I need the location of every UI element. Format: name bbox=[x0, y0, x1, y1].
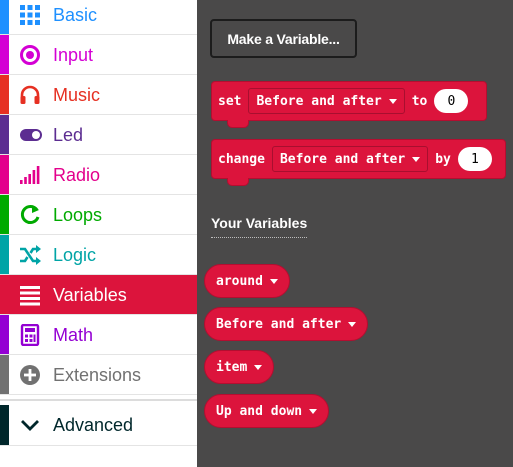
variable-dropdown[interactable]: Before and after bbox=[271, 146, 429, 172]
category-advanced[interactable]: Advanced bbox=[0, 405, 197, 446]
value-input[interactable]: 0 bbox=[434, 89, 469, 113]
headphones-icon bbox=[19, 84, 41, 106]
category-led[interactable]: Led bbox=[0, 115, 197, 155]
caret-down-icon bbox=[254, 364, 263, 370]
category-label: Led bbox=[53, 125, 84, 145]
caret-down-icon bbox=[412, 156, 421, 162]
category-color-bar bbox=[0, 115, 9, 154]
toolbox-divider bbox=[0, 399, 197, 401]
block-notch bbox=[227, 178, 249, 186]
category-variables[interactable]: Variables bbox=[0, 275, 197, 315]
variables-flyout: Make a Variable... set Before and after … bbox=[197, 0, 513, 467]
by-keyword: by bbox=[435, 151, 451, 167]
caret-down-icon bbox=[309, 408, 318, 414]
toggle-icon bbox=[19, 124, 42, 146]
category-radio[interactable]: Radio bbox=[0, 155, 197, 195]
category-label: Math bbox=[53, 325, 94, 345]
set-variable-block[interactable]: set Before and after to 0 bbox=[211, 81, 487, 121]
caret-down-icon bbox=[348, 321, 357, 327]
category-label: Radio bbox=[53, 165, 101, 185]
category-label: Music bbox=[53, 85, 101, 105]
variable-dropdown-label: Before and after bbox=[279, 151, 406, 167]
block-notch bbox=[227, 120, 249, 128]
variable-reporter-around[interactable]: around bbox=[204, 264, 290, 298]
variable-reporter-item[interactable]: item bbox=[204, 350, 275, 384]
category-basic[interactable]: Basic bbox=[0, 0, 197, 35]
category-color-bar bbox=[0, 195, 9, 234]
category-label: Input bbox=[53, 45, 94, 65]
category-label: Advanced bbox=[53, 415, 134, 435]
toolbox: Basic Input Music Led Radio Loops Logic … bbox=[0, 0, 197, 467]
variable-name: Up and down bbox=[216, 403, 303, 419]
set-keyword: set bbox=[218, 93, 242, 109]
variable-name: Before and after bbox=[216, 316, 342, 332]
category-color-bar bbox=[0, 355, 9, 394]
variable-name: item bbox=[216, 359, 248, 375]
loop-arrow-icon bbox=[19, 204, 41, 226]
variable-name: around bbox=[216, 273, 263, 289]
category-color-bar bbox=[0, 75, 9, 114]
radio-button-icon bbox=[19, 44, 41, 66]
category-input[interactable]: Input bbox=[0, 35, 197, 75]
plus-circle-icon bbox=[19, 364, 41, 386]
category-math[interactable]: Math bbox=[0, 315, 197, 355]
to-keyword: to bbox=[411, 93, 428, 109]
category-color-bar bbox=[0, 315, 9, 354]
calculator-icon bbox=[19, 323, 41, 347]
change-variable-block[interactable]: change Before and after by 1 bbox=[211, 139, 506, 179]
list-icon bbox=[19, 284, 41, 306]
grid-icon bbox=[19, 4, 41, 26]
caret-down-icon bbox=[269, 278, 278, 284]
category-color-bar bbox=[0, 35, 9, 74]
change-keyword: change bbox=[218, 151, 265, 167]
category-label: Loops bbox=[53, 205, 103, 225]
signal-bars-icon bbox=[19, 164, 41, 186]
variable-reporter-up-and-down[interactable]: Up and down bbox=[204, 394, 330, 428]
category-color-bar bbox=[0, 0, 9, 34]
make-variable-button[interactable]: Make a Variable... bbox=[210, 19, 357, 58]
category-color-bar bbox=[0, 405, 9, 445]
value-input[interactable]: 1 bbox=[457, 147, 492, 171]
variable-dropdown-label: Before and after bbox=[256, 93, 382, 109]
your-variables-heading: Your Variables bbox=[211, 215, 308, 238]
category-music[interactable]: Music bbox=[0, 75, 197, 115]
category-label: Basic bbox=[53, 5, 98, 25]
category-logic[interactable]: Logic bbox=[0, 235, 197, 275]
category-color-bar bbox=[0, 235, 9, 274]
category-loops[interactable]: Loops bbox=[0, 195, 197, 235]
variable-dropdown[interactable]: Before and after bbox=[248, 88, 405, 114]
category-extensions[interactable]: Extensions bbox=[0, 355, 197, 395]
shuffle-icon bbox=[19, 244, 41, 266]
category-color-bar bbox=[0, 155, 9, 194]
variable-reporter-before-and-after[interactable]: Before and after bbox=[204, 307, 369, 341]
category-label: Extensions bbox=[53, 365, 142, 385]
category-label: Logic bbox=[53, 245, 97, 265]
caret-down-icon bbox=[388, 98, 397, 104]
chevron-down-icon bbox=[19, 414, 41, 436]
category-label: Variables bbox=[53, 285, 127, 305]
